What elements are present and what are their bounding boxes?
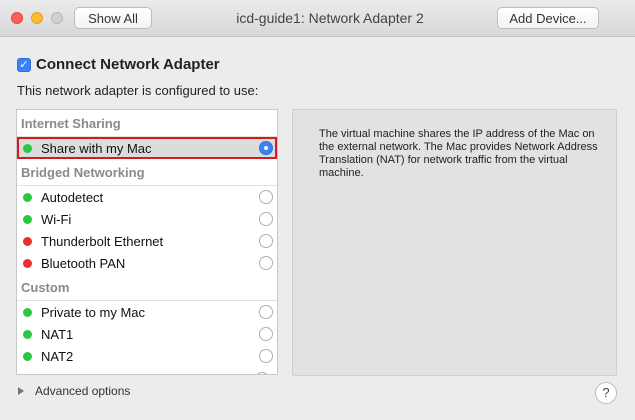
group-header-bridged-networking: Bridged Networking xyxy=(21,165,145,180)
list-item-thunderbolt-ethernet[interactable]: Thunderbolt Ethernet xyxy=(17,230,277,252)
radio-nat2[interactable] xyxy=(259,349,273,363)
list-item-label: Wi-Fi xyxy=(41,211,72,227)
list-item-label: Private to my Mac xyxy=(41,304,146,320)
close-window-button[interactable] xyxy=(11,12,23,24)
advanced-options-disclosure[interactable]: Advanced options xyxy=(18,384,130,398)
list-item-bluetooth-pan[interactable]: Bluetooth PAN xyxy=(17,252,277,274)
status-green-icon xyxy=(23,329,32,339)
radio-wi-fi[interactable] xyxy=(259,212,273,226)
list-item-label: Bluetooth PAN xyxy=(41,255,126,271)
radio-private-to-my-mac[interactable] xyxy=(259,305,273,319)
connect-checkbox[interactable]: ✓ xyxy=(17,57,31,72)
group-header-internet-sharing: Internet Sharing xyxy=(21,116,121,131)
status-green-icon xyxy=(23,143,32,153)
radio-thunderbolt-ethernet[interactable] xyxy=(259,234,273,248)
adapter-description-panel: The virtual machine shares the IP addres… xyxy=(292,109,617,376)
group-header-custom: Custom xyxy=(21,280,70,295)
title-bar: Show All icd-guide1: Network Adapter 2 A… xyxy=(0,0,635,37)
minimize-window-button[interactable] xyxy=(31,12,43,24)
radio-autodetect[interactable] xyxy=(259,190,273,204)
status-red-icon xyxy=(23,258,32,268)
adapter-description-text: The virtual machine shares the IP addres… xyxy=(319,128,598,179)
status-green-icon xyxy=(23,192,32,202)
list-item-share-with-my-mac[interactable]: Share with my Mac xyxy=(17,137,277,159)
disclosure-triangle-icon[interactable] xyxy=(18,387,24,395)
window-title: icd-guide1: Network Adapter 2 xyxy=(236,10,424,26)
zoom-window-button[interactable] xyxy=(51,12,63,24)
status-red-icon xyxy=(23,236,32,246)
list-item-private-to-my-mac[interactable]: Private to my Mac xyxy=(17,301,277,323)
status-green-icon xyxy=(23,351,32,361)
list-item-nat2[interactable]: NAT2 xyxy=(17,345,277,367)
radio-share-with-my-mac[interactable] xyxy=(259,141,273,155)
radio-nat1[interactable] xyxy=(259,327,273,341)
show-all-button[interactable]: Show All xyxy=(74,7,152,29)
list-item-label: NAT2 xyxy=(41,348,74,364)
radio-partially-visible[interactable] xyxy=(255,372,269,374)
list-item-partially-visible[interactable] xyxy=(17,372,277,374)
list-item-label: Autodetect xyxy=(41,189,104,205)
advanced-options-label: Advanced options xyxy=(35,384,131,398)
status-green-icon xyxy=(23,214,32,224)
list-item-label: Share with my Mac xyxy=(41,140,152,156)
list-item-wi-fi[interactable]: Wi-Fi xyxy=(17,208,277,230)
radio-bluetooth-pan[interactable] xyxy=(259,256,273,270)
network-source-list[interactable]: Internet Sharing Share with my Mac Bridg… xyxy=(16,109,278,375)
status-green-icon xyxy=(23,307,32,317)
add-device-button[interactable]: Add Device... xyxy=(497,7,599,29)
list-item-autodetect[interactable]: Autodetect xyxy=(17,186,277,208)
list-item-label: Thunderbolt Ethernet xyxy=(41,233,164,249)
adapter-config-subtitle: This network adapter is configured to us… xyxy=(17,83,259,98)
list-item-nat1[interactable]: NAT1 xyxy=(17,323,277,345)
connect-label: Connect Network Adapter xyxy=(36,56,220,73)
list-item-label: NAT1 xyxy=(41,326,74,342)
connect-network-adapter[interactable]: ✓ Connect Network Adapter xyxy=(17,56,220,73)
help-button[interactable]: ? xyxy=(595,382,617,404)
